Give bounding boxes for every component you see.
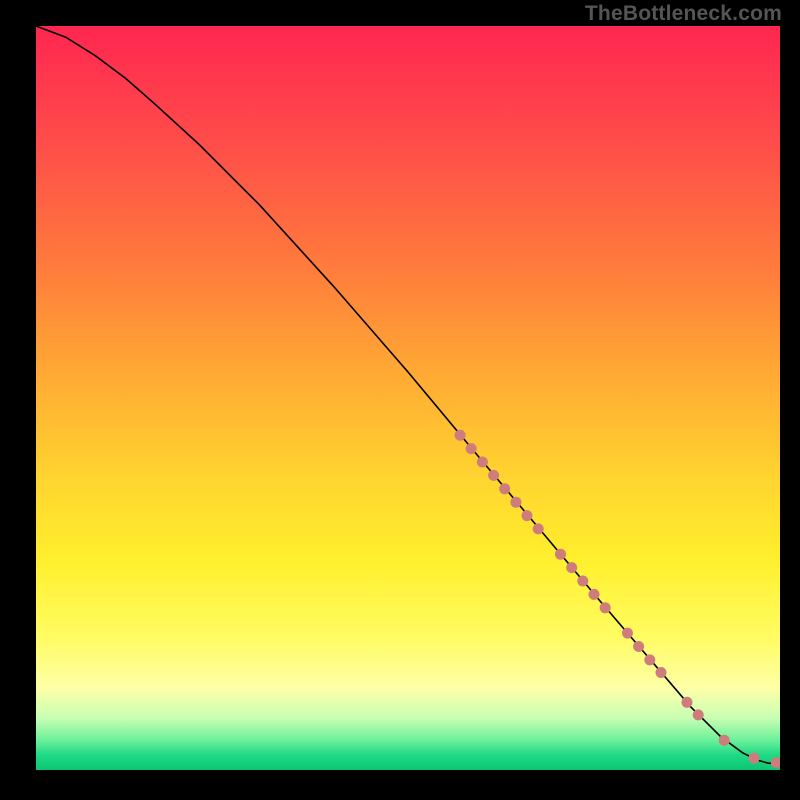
chart-frame: TheBottleneck.com bbox=[0, 0, 800, 800]
chart-svg bbox=[36, 26, 780, 770]
data-marker bbox=[455, 430, 466, 441]
data-marker bbox=[633, 641, 644, 652]
data-marker bbox=[644, 654, 655, 665]
data-marker bbox=[533, 523, 544, 534]
data-marker bbox=[566, 562, 577, 573]
curve-path bbox=[36, 26, 780, 763]
data-marker bbox=[488, 470, 499, 481]
data-marker bbox=[693, 709, 704, 720]
data-marker bbox=[522, 510, 533, 521]
data-marker bbox=[656, 667, 667, 678]
data-marker bbox=[555, 549, 566, 560]
data-marker bbox=[682, 697, 693, 708]
data-marker bbox=[749, 753, 760, 764]
markers-group bbox=[455, 430, 780, 768]
data-marker bbox=[510, 497, 521, 508]
data-marker bbox=[622, 628, 633, 639]
chart-plot-area bbox=[36, 26, 780, 770]
data-marker bbox=[466, 443, 477, 454]
watermark-text: TheBottleneck.com bbox=[585, 2, 782, 26]
data-marker bbox=[499, 483, 510, 494]
data-marker bbox=[719, 735, 730, 746]
data-marker bbox=[589, 589, 600, 600]
data-marker bbox=[577, 576, 588, 587]
data-marker bbox=[771, 757, 780, 768]
data-marker bbox=[600, 602, 611, 613]
data-marker bbox=[477, 457, 488, 468]
